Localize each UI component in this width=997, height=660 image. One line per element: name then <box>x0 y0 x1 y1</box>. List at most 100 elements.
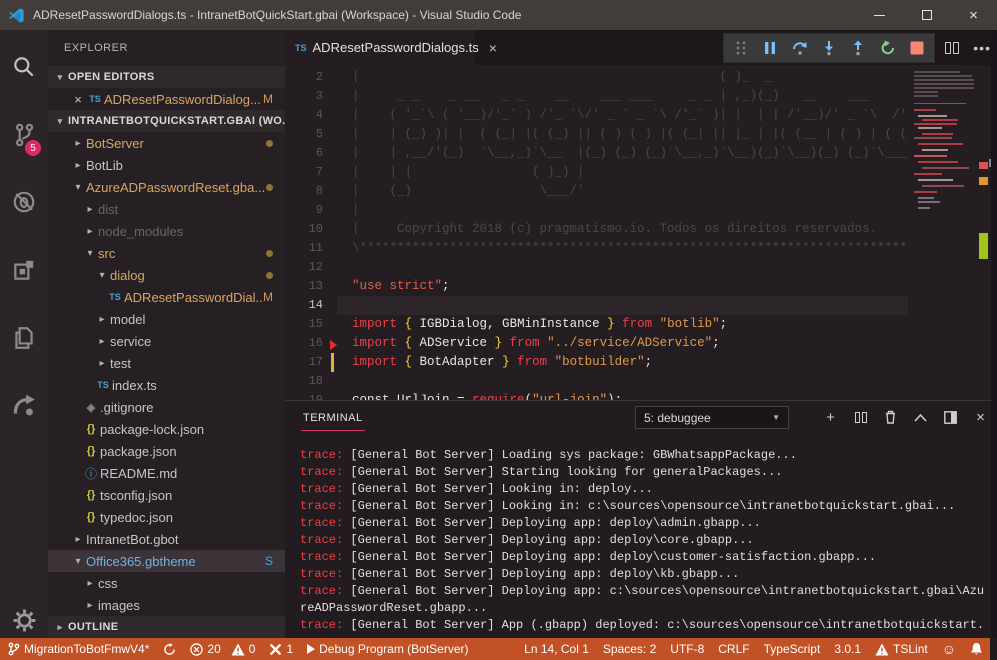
tree-item-dialog[interactable]: ▾dialog <box>48 264 285 286</box>
notifications-bell[interactable] <box>970 642 983 656</box>
maximize-icon <box>922 10 932 20</box>
eol-status[interactable]: CRLF <box>718 642 749 656</box>
current-line-highlight <box>337 296 997 315</box>
split-editor-icon[interactable] <box>945 42 959 54</box>
tslint-status[interactable]: TSLint <box>875 642 928 656</box>
section-intranetbotquickstart-gbai-wo[interactable]: ▾INTRANETBOTQUICKSTART.GBAI (WO... <box>48 110 285 132</box>
more-actions-icon[interactable]: ••• <box>973 40 991 56</box>
tree-item-office365-gbtheme[interactable]: ▾Office365.gbthemeS <box>48 550 285 572</box>
tab-terminal[interactable]: TERMINAL <box>301 404 365 431</box>
step-out-button[interactable] <box>848 37 869 59</box>
minimap-line <box>914 103 966 104</box>
new-terminal-icon[interactable]: + <box>822 409 839 426</box>
debug-icon[interactable] <box>0 182 48 222</box>
line-text: import { ADService } from "../service/AD… <box>337 334 720 353</box>
tree-item-botserver[interactable]: ▸BotServer <box>48 132 285 154</box>
tree-item-test[interactable]: ▸test <box>48 352 285 374</box>
terminal-line-9: trace: [General Bot Server] Deploying ap… <box>300 583 991 617</box>
tree-item-intranetbot-gbot[interactable]: ▸IntranetBot.gbot <box>48 528 285 550</box>
tree-item-adresetpassworddial[interactable]: TSADResetPasswordDial...M <box>48 286 285 308</box>
stop-button[interactable] <box>907 37 928 59</box>
tree-item-images[interactable]: ▸images <box>48 594 285 616</box>
line-text <box>337 258 352 277</box>
maximize-panel-icon[interactable] <box>912 409 929 426</box>
step-over-button[interactable] <box>789 37 810 59</box>
line-text: | Copyright 2018 (c) pragmatismo.io. Tod… <box>337 220 877 239</box>
line-number: 2 <box>285 68 337 87</box>
source-control-icon[interactable]: 5 <box>0 115 48 155</box>
trace-label: trace: <box>300 482 343 496</box>
problems-status[interactable]: 20 0 <box>190 642 255 656</box>
section-label: INTRANETBOTQUICKSTART.GBAI (WO... <box>68 115 285 127</box>
tree-item-css[interactable]: ▸css <box>48 572 285 594</box>
git-deleted-gutter-marker <box>330 340 337 350</box>
minimap-line <box>922 167 969 169</box>
tool-issues-status[interactable]: 1 <box>269 642 293 656</box>
tree-item-package-json[interactable]: {}package.json <box>48 440 285 462</box>
code-line-16: 16import { ADService } from "../service/… <box>285 334 997 353</box>
minimize-button[interactable] <box>856 0 903 30</box>
minimap[interactable] <box>908 65 978 400</box>
minimize-icon <box>874 15 885 16</box>
search-icon[interactable] <box>0 47 48 87</box>
language-mode-status[interactable]: TypeScript <box>764 642 821 656</box>
section-outline[interactable]: ▸OUTLINE <box>48 616 285 638</box>
cursor-position-status[interactable]: Ln 14, Col 1 <box>524 642 589 656</box>
publish-icon[interactable] <box>0 386 48 426</box>
minimap-line <box>914 91 938 93</box>
tree-item-typedoc-json[interactable]: {}typedoc.json <box>48 506 285 528</box>
close-button[interactable]: × <box>950 0 997 30</box>
tree-item-tsconfig-json[interactable]: {}tsconfig.json <box>48 484 285 506</box>
terminal-output[interactable]: trace: [General Bot Server] Loading sys … <box>300 447 991 651</box>
line-text: | ( '_`\ ( '__)/'_` ) /'_ `\/' _ ` _ `\ … <box>337 106 930 125</box>
tree-item-azureadpasswordreset-gba[interactable]: ▾AzureADPasswordReset.gba... <box>48 176 285 198</box>
tree-item-package-lock-json[interactable]: {}package-lock.json <box>48 418 285 440</box>
line-number: 4 <box>285 106 337 125</box>
maximize-button[interactable] <box>903 0 950 30</box>
tree-item-node-modules[interactable]: ▸node_modules <box>48 220 285 242</box>
settings-gear-icon[interactable] <box>0 600 48 640</box>
panel-layout-icon[interactable] <box>942 409 959 426</box>
explorer-sidebar: EXPLORER ▾OPEN EDITORS×TSADResetPassword… <box>48 30 285 638</box>
section-open-editors[interactable]: ▾OPEN EDITORS <box>48 66 285 88</box>
tab-close-icon[interactable]: × <box>489 40 497 56</box>
debug-program-status[interactable]: Debug Program (BotServer) <box>307 642 468 656</box>
tree-item-dist[interactable]: ▸dist <box>48 198 285 220</box>
split-terminal-icon[interactable] <box>852 409 869 426</box>
trace-label: trace: <box>300 567 343 581</box>
feedback-smiley[interactable]: ☺ <box>942 641 956 657</box>
kill-terminal-icon[interactable] <box>882 409 899 426</box>
documents-icon[interactable] <box>0 318 48 358</box>
encoding-status[interactable]: UTF-8 <box>670 642 704 656</box>
step-into-button[interactable] <box>818 37 839 59</box>
tree-item-index-ts[interactable]: TSindex.ts <box>48 374 285 396</box>
code-line-14: 14 <box>285 296 997 315</box>
git-branch-status[interactable]: MigrationToBotFmwV4* <box>8 642 149 656</box>
item-label: ADResetPasswordDial... <box>124 290 263 305</box>
minimap-line <box>918 207 930 209</box>
tree-item-gitignore[interactable]: ◈.gitignore <box>48 396 285 418</box>
typescript-version-status[interactable]: 3.0.1 <box>834 642 861 656</box>
tree-item-model[interactable]: ▸model <box>48 308 285 330</box>
close-panel-icon[interactable]: × <box>972 409 989 426</box>
tree-item-botlib[interactable]: ▸BotLib <box>48 154 285 176</box>
line-number: 18 <box>285 372 337 391</box>
restart-button[interactable] <box>877 37 898 59</box>
terminal-line-6: trace: [General Bot Server] Deploying ap… <box>300 532 991 549</box>
tab-adresetpassworddialogs[interactable]: TS ADResetPasswordDialogs.ts × <box>285 30 475 65</box>
twistie-icon: ▸ <box>82 204 98 215</box>
sidebar-title: EXPLORER <box>48 30 285 66</box>
sync-status[interactable] <box>163 643 176 656</box>
minimap-line <box>914 191 937 193</box>
extensions-icon[interactable] <box>0 250 48 290</box>
pause-button[interactable] <box>759 37 780 59</box>
indentation-status[interactable]: Spaces: 2 <box>603 642 656 656</box>
terminal-session-select[interactable]: 5: debuggee ▼ <box>635 406 789 429</box>
tree-item-adresetpassworddialog[interactable]: ×TSADResetPasswordDialog...M <box>48 88 285 110</box>
minimap-line <box>914 155 947 157</box>
tree-item-src[interactable]: ▾src <box>48 242 285 264</box>
code-editor[interactable]: 2| ( )_ _3| _ _ _ __ _ _ __ ___ ___ _ _ … <box>285 65 997 400</box>
tree-item-readme-md[interactable]: ⓘREADME.md <box>48 462 285 484</box>
tree-item-service[interactable]: ▸service <box>48 330 285 352</box>
debug-drag-handle[interactable] <box>730 37 751 59</box>
